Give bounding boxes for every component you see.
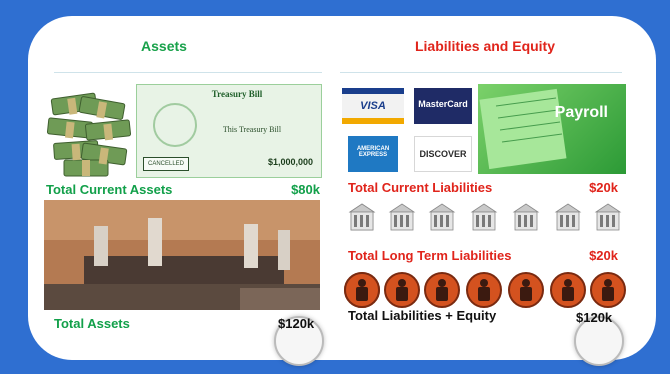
total-long-term-liabilities-row: Total Long Term Liabilities $20k	[348, 248, 618, 268]
total-current-liabilities-row: Total Current Liabilities $20k	[348, 180, 618, 200]
discover-card: DISCOVER	[414, 136, 472, 172]
treasury-bill-seal-icon	[153, 103, 197, 147]
amex-label: AMERICAN EXPRESS	[356, 146, 390, 158]
mastercard-label: MasterCard	[418, 99, 468, 109]
credit-cards-image: VISA MasterCard AMERICAN EXPRESS DISCOVE…	[336, 84, 478, 180]
amex-card: AMERICAN EXPRESS	[348, 136, 398, 172]
factory-image	[44, 200, 320, 310]
total-current-assets-label: Total Current Assets	[46, 182, 173, 197]
total-current-assets-row: Total Current Assets $80k	[46, 182, 320, 202]
visa-label: VISA	[360, 100, 386, 112]
shareholder-icons-row	[344, 270, 626, 310]
total-liabilities-equity-value: $120k	[576, 310, 613, 325]
treasury-bill-amount: $1,000,000	[267, 157, 313, 167]
payroll-image: Payroll	[478, 84, 626, 174]
total-current-liabilities-value: $20k	[589, 180, 618, 195]
mastercard-card: MasterCard	[414, 88, 472, 124]
visa-card: VISA	[342, 88, 404, 124]
total-current-liabilities-label: Total Current Liabilities	[348, 180, 493, 195]
treasury-bill-line: This Treasury Bill	[222, 125, 282, 134]
total-assets-value: $120k	[278, 316, 315, 331]
bank-icons-row	[344, 202, 626, 236]
treasury-bill-stamp: CANCELLED	[143, 157, 189, 171]
assets-title: Assets	[141, 38, 187, 54]
slide-frame: Assets Liabilities and Equity Treasury B…	[0, 0, 670, 374]
discover-label: DISCOVER	[419, 149, 467, 159]
total-liabilities-equity-label: Total Liabilities + Equity	[348, 308, 497, 323]
treasury-bill-image: Treasury Bill This Treasury Bill CANCELL…	[136, 84, 322, 178]
money-stack-image	[44, 86, 136, 180]
total-current-assets-value: $80k	[291, 182, 320, 197]
payroll-label: Payroll	[554, 104, 608, 121]
treasury-bill-header: Treasury Bill	[211, 89, 263, 99]
total-assets-label: Total Assets	[54, 316, 130, 331]
assets-divider	[54, 72, 322, 73]
liabilities-divider	[340, 72, 622, 73]
total-long-term-liabilities-value: $20k	[589, 248, 618, 263]
total-long-term-liabilities-label: Total Long Term Liabilities	[348, 248, 512, 263]
liabilities-title: Liabilities and Equity	[414, 38, 556, 54]
